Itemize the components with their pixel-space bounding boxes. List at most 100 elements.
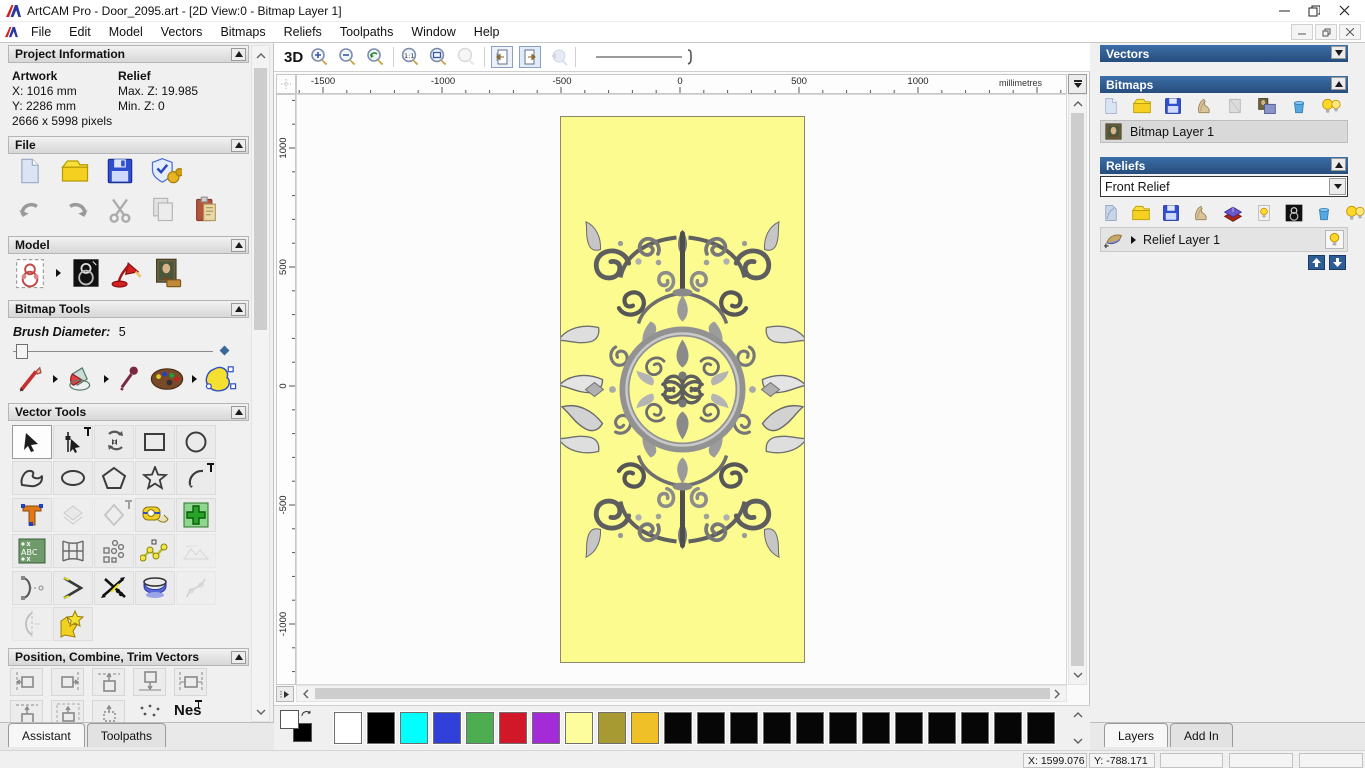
assistant-scrollbar[interactable]: [251, 45, 270, 722]
flyout-arrow-icon[interactable]: [53, 375, 58, 383]
primary-secondary-colours[interactable]: [280, 710, 314, 746]
blank-bitmap-icon[interactable]: [1226, 96, 1244, 116]
paste-icon[interactable]: [192, 195, 220, 225]
menu-vectors[interactable]: Vectors: [152, 23, 212, 41]
rectangle-icon[interactable]: [135, 425, 175, 459]
palette-swatch-19[interactable]: [960, 711, 990, 745]
palette-swatch-7[interactable]: [564, 711, 594, 745]
menu-bitmaps[interactable]: Bitmaps: [211, 23, 274, 41]
flyout-arrow-icon[interactable]: [56, 269, 61, 277]
menu-help[interactable]: Help: [465, 23, 509, 41]
bitmap-to-vector-icon[interactable]: [204, 364, 238, 394]
palette-swatch-9[interactable]: [630, 711, 660, 745]
zoom-in-icon[interactable]: [309, 46, 331, 68]
align-top-icon[interactable]: [92, 668, 125, 696]
palette-swatch-1[interactable]: [366, 711, 396, 745]
texture-bitmap-icon[interactable]: [1194, 96, 1214, 116]
text-icon[interactable]: [12, 498, 52, 532]
restore-icon[interactable]: [1299, 1, 1329, 21]
scroll-left-icon[interactable]: [299, 686, 313, 701]
cut-icon[interactable]: [106, 195, 134, 225]
palette-icon[interactable]: [149, 365, 185, 393]
palette-swatch-10[interactable]: [663, 711, 693, 745]
text-block-icon[interactable]: ABC: [12, 534, 52, 568]
toggle-all-visibility-icon[interactable]: [1344, 203, 1365, 223]
palette-swatch-11[interactable]: [696, 711, 726, 745]
flyout-arrow-icon[interactable]: [192, 375, 197, 383]
measure-icon[interactable]: [135, 498, 175, 532]
star-icon[interactable]: [135, 461, 175, 495]
greyscale-model-icon[interactable]: [71, 257, 101, 289]
polygon-icon[interactable]: [94, 461, 134, 495]
canvas-hscrollbar[interactable]: [296, 685, 1067, 702]
scroll-down-icon[interactable]: [252, 704, 269, 719]
delete-bitmap-icon[interactable]: [1290, 96, 1308, 116]
palette-swatch-3[interactable]: [432, 711, 462, 745]
palette-swatch-13[interactable]: [762, 711, 792, 745]
offset-icon[interactable]: [53, 498, 93, 532]
load-image-icon[interactable]: [153, 257, 183, 289]
pane-toggle-icon[interactable]: [276, 686, 294, 702]
centre-top-alt-icon[interactable]: [51, 700, 84, 722]
zoom-previous-icon[interactable]: [365, 46, 387, 68]
collapse-button[interactable]: [231, 405, 246, 419]
open-relief-icon[interactable]: [1131, 203, 1151, 223]
open-model-icon[interactable]: [60, 156, 90, 186]
save-model-icon[interactable]: [106, 156, 134, 186]
drawing-viewport[interactable]: [296, 94, 1067, 685]
mdi-close-icon[interactable]: [1339, 24, 1361, 40]
scroll-down-icon[interactable]: [1069, 668, 1086, 682]
palette-swatch-8[interactable]: [597, 711, 627, 745]
collapse-button[interactable]: [231, 302, 246, 316]
texture-relief-icon[interactable]: [1191, 203, 1211, 223]
fit-arcs-icon[interactable]: [12, 571, 52, 605]
new-model-icon[interactable]: [16, 156, 44, 186]
primary-colour-swatch[interactable]: [280, 710, 299, 729]
tab-assistant[interactable]: Assistant: [8, 723, 85, 747]
scroll-right-icon[interactable]: [1050, 686, 1064, 701]
palette-swatch-21[interactable]: [1026, 711, 1056, 745]
block-copy-icon[interactable]: [94, 534, 134, 568]
menu-model[interactable]: Model: [100, 23, 152, 41]
palette-swatch-12[interactable]: [729, 711, 759, 745]
zoom-fit-icon[interactable]: [428, 46, 450, 68]
arc-icon[interactable]: [176, 461, 216, 495]
transform-icon[interactable]: [94, 425, 134, 459]
spread-icon[interactable]: [133, 700, 166, 722]
tab-toolpaths[interactable]: Toolpaths: [86, 723, 167, 747]
palette-scroll-down-icon[interactable]: [1070, 734, 1086, 748]
open-bitmap-icon[interactable]: [1132, 96, 1152, 116]
menu-reliefs[interactable]: Reliefs: [275, 23, 331, 41]
node-editing-icon[interactable]: [53, 425, 93, 459]
delete-relief-icon[interactable]: [1315, 203, 1333, 223]
view-3d-button[interactable]: 3D: [284, 49, 303, 66]
undo-icon[interactable]: [16, 195, 46, 225]
mdi-minimize-icon[interactable]: [1291, 24, 1313, 40]
ruler-units-dropdown[interactable]: [1068, 74, 1087, 94]
palette-swatch-5[interactable]: [498, 711, 528, 745]
flood-fill-icon[interactable]: [65, 364, 97, 394]
menu-toolpaths[interactable]: Toolpaths: [331, 23, 403, 41]
merge-bitmap-icon[interactable]: [1256, 96, 1278, 116]
bitmap-layer-row[interactable]: Bitmap Layer 1: [1100, 120, 1348, 143]
join-vectors-icon[interactable]: [135, 534, 175, 568]
menu-edit[interactable]: Edit: [60, 23, 100, 41]
collapse-button[interactable]: [1331, 158, 1346, 171]
expand-layer-icon[interactable]: [1131, 235, 1136, 244]
align-centre-icon[interactable]: [92, 700, 202, 722]
palette-swatch-4[interactable]: [465, 711, 495, 745]
stack-relief-icon[interactable]: [1222, 203, 1244, 223]
palette-swatch-6[interactable]: [531, 711, 561, 745]
expand-button[interactable]: [1331, 46, 1346, 59]
save-bitmap-icon[interactable]: [1164, 96, 1182, 116]
interpolate-icon[interactable]: [135, 571, 175, 605]
select-icon[interactable]: [12, 425, 52, 459]
menu-file[interactable]: File: [22, 23, 60, 41]
centre-top-icon[interactable]: [10, 700, 43, 722]
palette-swatch-14[interactable]: [795, 711, 825, 745]
options-icon[interactable]: [150, 156, 182, 186]
lighting-icon[interactable]: [111, 257, 143, 289]
relief-layer-row[interactable]: Relief Layer 1: [1100, 227, 1348, 252]
collapse-button[interactable]: [231, 650, 246, 664]
palette-swatch-20[interactable]: [993, 711, 1023, 745]
